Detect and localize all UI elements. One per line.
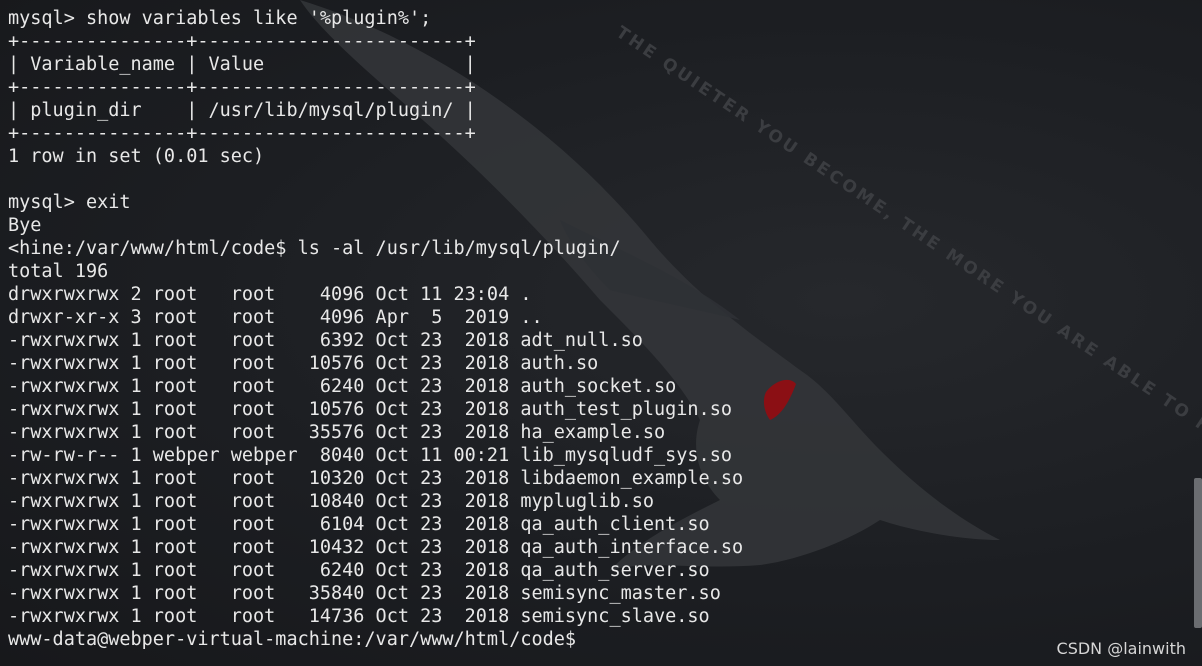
terminal-line: drwxr-xr-x 3 root root 4096 Apr 5 2019 .…: [8, 307, 543, 328]
terminal-line: -rwxrwxrwx 1 root root 35576 Oct 23 2018…: [8, 422, 666, 443]
terminal-line: -rwxrwxrwx 1 root root 6392 Oct 23 2018 …: [8, 330, 643, 351]
terminal-line: | plugin_dir | /usr/lib/mysql/plugin/ |: [8, 100, 476, 121]
terminal-line: -rwxrwxrwx 1 root root 14736 Oct 23 2018…: [8, 606, 710, 627]
terminal-line: +---------------+-----------------------…: [8, 31, 476, 52]
terminal-line: | Variable_name | Value |: [8, 54, 476, 75]
terminal-line: -rwxrwxrwx 1 root root 6240 Oct 23 2018 …: [8, 376, 677, 397]
terminal-line: www-data@webper-virtual-machine:/var/www…: [8, 629, 577, 650]
terminal-line: -rwxrwxrwx 1 root root 6104 Oct 23 2018 …: [8, 514, 710, 535]
terminal-line: -rwxrwxrwx 1 root root 10432 Oct 23 2018…: [8, 537, 744, 558]
scrollbar-thumb[interactable]: [1194, 478, 1202, 628]
terminal-line: -rwxrwxrwx 1 root root 10320 Oct 23 2018…: [8, 468, 744, 489]
terminal-window[interactable]: THE QUIETER YOU BECOME, THE MORE YOU ARE…: [0, 0, 1202, 666]
terminal-line: 1 row in set (0.01 sec): [8, 146, 265, 167]
terminal-line: -rwxrwxrwx 1 root root 6240 Oct 23 2018 …: [8, 560, 710, 581]
terminal-output[interactable]: mysql> show variables like '%plugin%'; +-…: [8, 7, 743, 651]
terminal-line: +---------------+-----------------------…: [8, 123, 476, 144]
terminal-line: -rwxrwxrwx 1 root root 10576 Oct 23 2018…: [8, 399, 732, 420]
terminal-line: total 196: [8, 261, 109, 282]
terminal-line: -rwxrwxrwx 1 root root 10576 Oct 23 2018…: [8, 353, 599, 374]
terminal-line: -rw-rw-r-- 1 webper webper 8040 Oct 11 0…: [8, 445, 732, 466]
terminal-line: -rwxrwxrwx 1 root root 10840 Oct 23 2018…: [8, 491, 655, 512]
terminal-line: +---------------+-----------------------…: [8, 77, 476, 98]
terminal-line: <hine:/var/www/html/code$ ls -al /usr/li…: [8, 238, 621, 259]
terminal-line: -rwxrwxrwx 1 root root 35840 Oct 23 2018…: [8, 583, 721, 604]
csdn-watermark: CSDN @lainwith: [1056, 639, 1186, 658]
terminal-line: mysql> exit: [8, 192, 131, 213]
terminal-line: mysql> show variables like '%plugin%';: [8, 8, 432, 29]
terminal-line: Bye: [8, 215, 42, 236]
terminal-line: drwxrwxrwx 2 root root 4096 Oct 11 23:04…: [8, 284, 532, 305]
dragon-eye: [763, 379, 796, 420]
